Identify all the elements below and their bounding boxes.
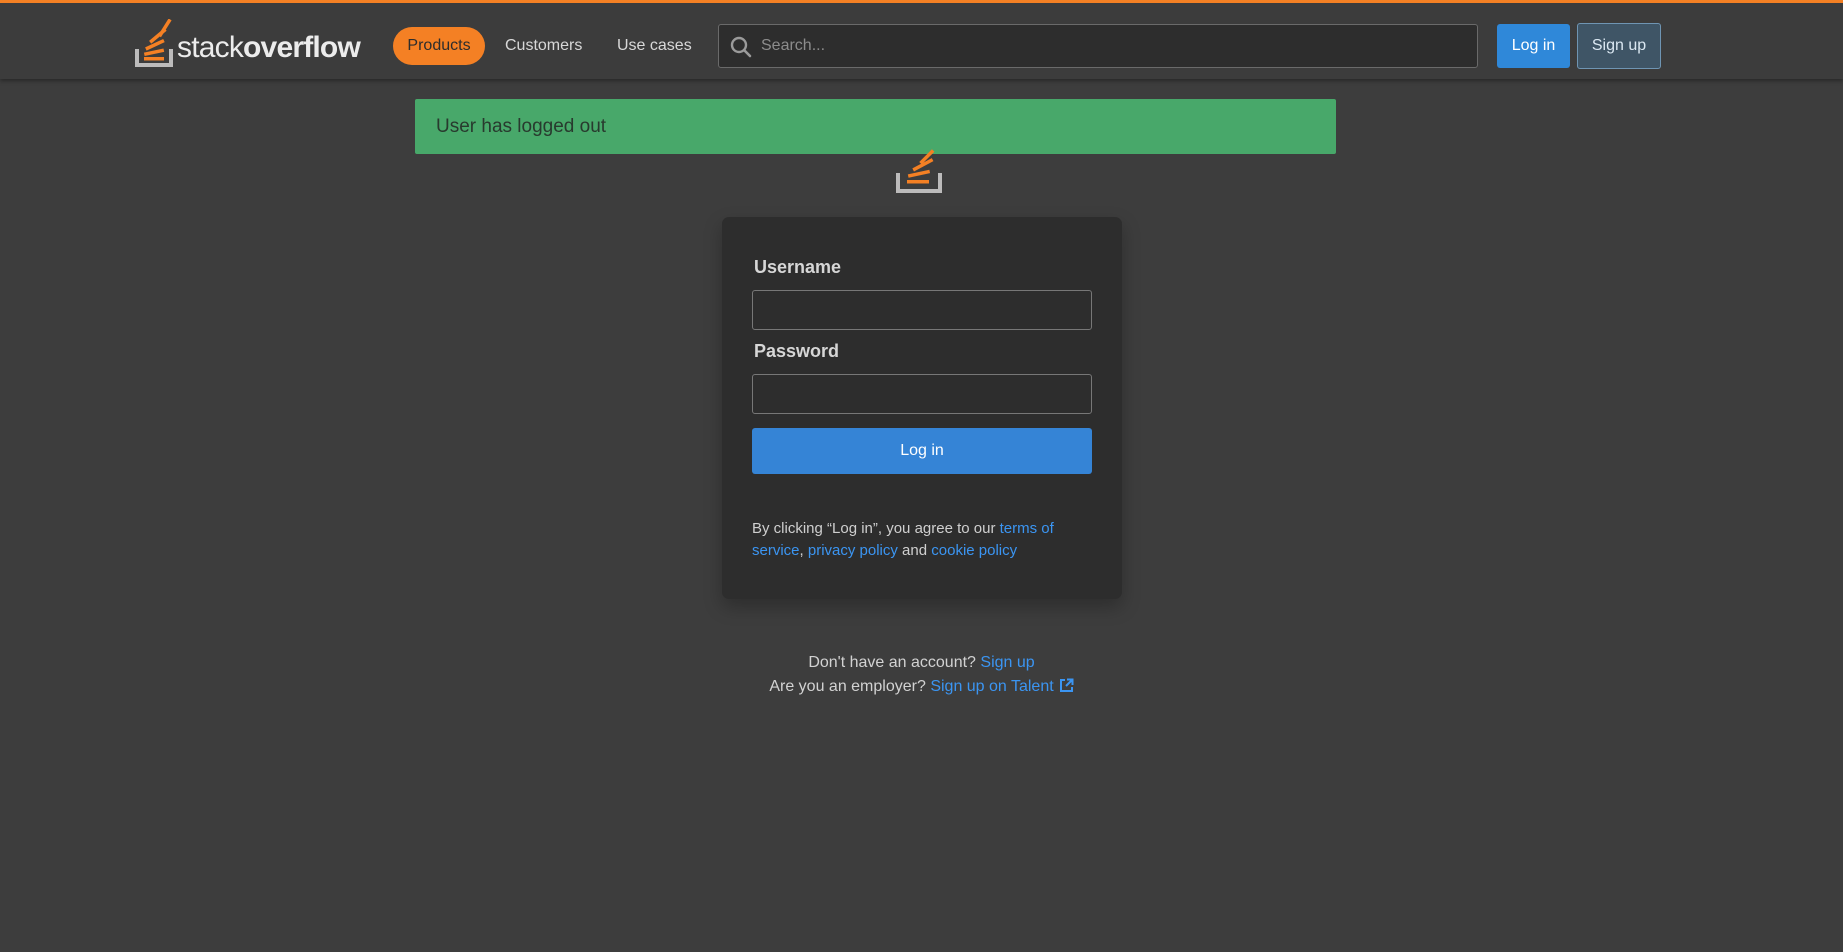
employer-prompt: Are you an employer? Sign up on Talent [0,678,1843,698]
legal-notice: By clicking “Log in”, you agree to our t… [752,518,1097,562]
nav-use-cases[interactable]: Use cases [603,27,706,65]
header-login-button[interactable]: Log in [1497,24,1570,68]
logo-wordmark: stackoverflow [177,29,361,67]
privacy-policy-link[interactable]: privacy policy [808,542,898,559]
logo-wordmark-bold: overflow [243,31,361,64]
cookie-policy-link[interactable]: cookie policy [931,542,1017,559]
nav-products[interactable]: Products [393,27,485,65]
search-box [718,24,1478,68]
talent-signup-link[interactable]: Sign up on Talent [930,678,1053,695]
logout-notice: User has logged out [415,99,1336,154]
legal-and: and [897,542,932,559]
login-card: Username Password Log in By clicking “Lo… [722,217,1122,599]
nav-customers[interactable]: Customers [491,27,596,65]
logo-wordmark-light: stack [177,31,244,64]
legal-comma: , [799,542,804,559]
login-submit-button[interactable]: Log in [752,428,1092,474]
no-account-text: Don't have an account? [808,654,981,671]
external-link-icon [1059,678,1074,698]
stackoverflow-logo-icon [896,146,946,199]
signup-link[interactable]: Sign up [980,654,1034,671]
legal-prefix: By clicking “Log in”, you agree to our [752,520,1000,537]
username-label: Username [754,257,842,277]
search-icon [730,36,752,58]
search-input[interactable] [759,25,1469,67]
signup-prompt: Don't have an account? Sign up [0,654,1843,672]
top-bar: stackoverflow Products Customers Use cas… [0,0,1843,79]
header-signup-button[interactable]: Sign up [1577,23,1661,69]
stackoverflow-logo-icon [135,19,173,67]
password-label: Password [754,341,840,361]
username-field[interactable] [752,290,1092,330]
employer-text: Are you an employer? [769,678,931,695]
password-field[interactable] [752,374,1092,414]
stackoverflow-logo[interactable]: stackoverflow [135,19,361,67]
